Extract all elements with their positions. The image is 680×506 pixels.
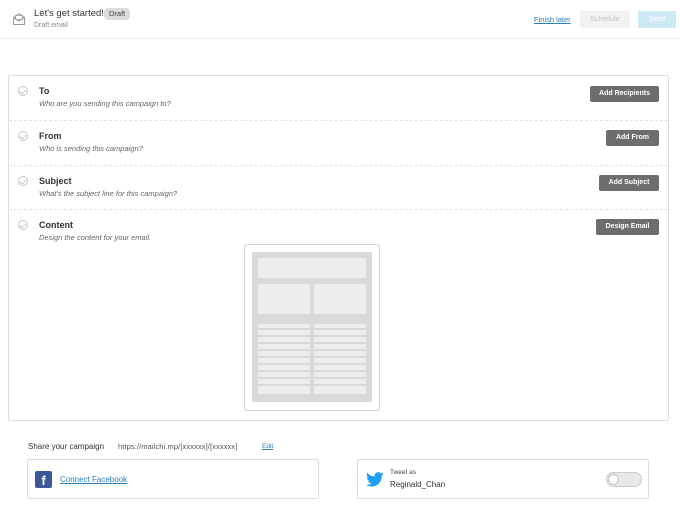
campaign-url: https://mailchi.mp/[xxxxxx]/[xxxxxx] xyxy=(118,442,238,451)
checklist-item-title: Content xyxy=(39,220,73,230)
edit-url-link[interactable]: Edit xyxy=(262,443,273,450)
check-circle-icon xyxy=(18,131,28,141)
add-subject-button[interactable]: Add Subject xyxy=(599,175,659,191)
status-badge: Draft xyxy=(104,8,131,20)
template-layout-thumbnail xyxy=(252,252,372,402)
checklist-item-to: To Who are you sending this campaign to?… xyxy=(9,76,668,121)
page-subtitle: Draft email xyxy=(34,22,68,29)
facebook-icon: f xyxy=(35,471,52,488)
checklist-item-description: What's the subject line for this campaig… xyxy=(39,189,178,198)
add-recipients-button[interactable]: Add Recipients xyxy=(590,86,659,102)
add-from-button[interactable]: Add From xyxy=(606,130,659,146)
page-title: Let's get started! xyxy=(34,8,104,19)
check-circle-icon xyxy=(18,86,28,96)
checklist-item-description: Who are you sending this campaign to? xyxy=(39,99,171,108)
email-draft-icon xyxy=(13,12,25,25)
check-circle-icon xyxy=(18,176,28,186)
checklist-item-subject: Subject What's the subject line for this… xyxy=(9,166,668,210)
checklist-item-from: From Who is sending this campaign? Add F… xyxy=(9,121,668,166)
twitter-icon xyxy=(366,472,384,487)
schedule-button[interactable]: Schedule xyxy=(580,11,630,28)
checklist-item-title: To xyxy=(39,86,50,96)
design-email-button[interactable]: Design Email xyxy=(596,219,659,235)
tweet-toggle[interactable] xyxy=(606,472,642,487)
checklist-item-title: Subject xyxy=(39,176,72,186)
share-campaign-label: Share your campaign xyxy=(28,442,105,451)
connect-facebook-link[interactable]: Connect Facebook xyxy=(60,475,127,484)
send-button[interactable]: Send xyxy=(638,11,676,28)
finish-later-link[interactable]: Finish later xyxy=(534,15,571,24)
tweet-as-label: Tweet as xyxy=(390,469,417,476)
check-circle-icon xyxy=(18,220,28,230)
twitter-handle: Reginald_Chan xyxy=(390,480,446,489)
twitter-card: Tweet as Reginald_Chan xyxy=(357,459,649,499)
checklist-item-description: Design the content for your email. xyxy=(39,233,152,242)
email-template-preview[interactable] xyxy=(244,244,380,411)
checklist-item-description: Who is sending this campaign? xyxy=(39,144,143,153)
checklist-item-title: From xyxy=(39,131,62,141)
campaign-checklist: To Who are you sending this campaign to?… xyxy=(8,75,669,421)
campaign-header: Let's get started! Draft Draft email Fin… xyxy=(0,0,680,39)
toggle-knob xyxy=(608,474,619,485)
facebook-connect-card: f Connect Facebook xyxy=(27,459,319,499)
